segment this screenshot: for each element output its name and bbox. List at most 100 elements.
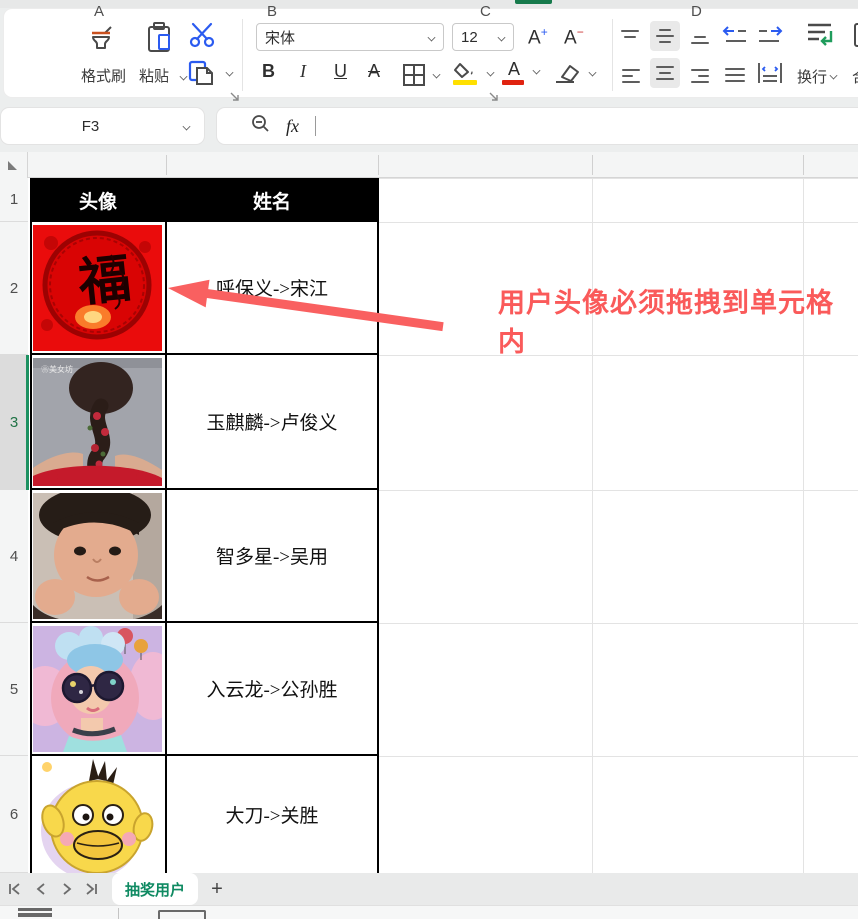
status-bar-clipped — [0, 905, 858, 919]
font-color-icon: A — [502, 59, 526, 80]
last-sheet-button[interactable] — [80, 879, 102, 899]
column-header-d[interactable]: D — [691, 3, 702, 20]
column-header-c[interactable]: C — [480, 3, 491, 20]
wrap-text-icon — [803, 19, 839, 53]
row-header-1[interactable]: 1 — [0, 178, 28, 222]
header-cell-name[interactable]: 姓名 — [166, 178, 378, 222]
annotation-text: 用户头像必须拖拽到单元格内 — [498, 284, 843, 362]
sheet-tab-active[interactable]: 抽奖用户 — [112, 873, 198, 905]
avatar-child-photo[interactable] — [33, 493, 162, 619]
wrap-text-label: 换行 — [797, 69, 827, 86]
copy-button[interactable] — [187, 59, 233, 89]
avatar-yellow-duck-cartoon[interactable] — [33, 759, 162, 873]
column-header-a[interactable]: A — [94, 3, 104, 20]
font-name-value: 宋体 — [265, 27, 295, 48]
clear-format-button[interactable] — [552, 61, 582, 87]
format-painter-label: 格式刷 — [81, 65, 126, 86]
cell-b6-name[interactable]: 大刀->关胜 — [167, 756, 377, 873]
title-strip — [0, 0, 858, 8]
font-dialog-launcher[interactable] — [489, 89, 499, 107]
copy-icon — [187, 59, 217, 87]
select-all-corner[interactable] — [0, 152, 28, 178]
column-header-row — [0, 152, 858, 178]
group-divider — [242, 19, 243, 91]
underline-button[interactable]: U — [334, 61, 347, 82]
row-header-3-selected[interactable]: 3 — [0, 355, 28, 490]
merge-icon — [852, 19, 858, 53]
name-box-chevron[interactable] — [183, 122, 191, 130]
cell-reference: F3 — [1, 118, 180, 135]
paste-icon — [145, 21, 175, 60]
fill-color-chevron[interactable] — [487, 69, 495, 77]
increase-font-button[interactable]: A+ — [528, 25, 548, 49]
decrease-font-button[interactable]: A− — [564, 25, 584, 49]
svg-text:❀美女坊: ❀美女坊 — [41, 364, 73, 374]
borders-icon — [402, 63, 426, 87]
fill-color-button[interactable] — [452, 61, 480, 87]
distributed-button[interactable] — [755, 58, 785, 88]
format-painter-icon — [85, 21, 119, 60]
row-header-4[interactable]: 4 — [0, 490, 28, 623]
name-box[interactable]: F3 — [0, 107, 205, 145]
cell-b4-name[interactable]: 智多星->吴用 — [167, 490, 377, 621]
status-glyphs-clipped — [18, 908, 52, 917]
clipboard-dialog-launcher[interactable] — [230, 89, 240, 107]
paste-button[interactable]: 粘贴 — [137, 19, 185, 91]
scissors-icon — [187, 21, 219, 49]
cell-b5-name[interactable]: 入云龙->公孙胜 — [167, 623, 377, 754]
wrap-text-button[interactable]: 换行 — [797, 19, 849, 91]
svg-text:福: 福 — [75, 250, 134, 313]
increase-indent-button[interactable] — [755, 21, 785, 51]
fill-color-icon — [452, 61, 478, 79]
font-color-button[interactable]: A — [502, 59, 526, 87]
borders-chevron[interactable] — [433, 71, 441, 79]
ribbon: 格式刷 粘贴 宋体 12 A+ A− B I U A — [3, 8, 858, 98]
add-sheet-button[interactable]: + — [204, 874, 230, 904]
search-minus-icon[interactable] — [251, 114, 270, 138]
font-size-chevron — [498, 33, 506, 41]
wrap-text-chevron — [830, 72, 838, 80]
justify-button[interactable] — [720, 61, 750, 87]
align-center-button[interactable] — [650, 58, 680, 88]
eraser-icon — [552, 61, 580, 85]
row-header-2[interactable]: 2 — [0, 222, 28, 355]
row-header-5[interactable]: 5 — [0, 623, 28, 756]
align-right-button[interactable] — [686, 61, 714, 87]
strikethrough-button[interactable]: A — [368, 61, 380, 82]
clear-format-chevron[interactable] — [589, 69, 597, 77]
active-ribbon-tab-underline — [515, 0, 552, 4]
align-bottom-button[interactable] — [686, 24, 714, 50]
formula-bar[interactable]: fx — [216, 107, 858, 145]
font-name-combo[interactable]: 宋体 — [256, 23, 444, 51]
fx-icon[interactable]: fx — [286, 116, 299, 137]
font-color-chevron[interactable] — [533, 67, 541, 75]
cut-button[interactable] — [187, 21, 221, 51]
header-cell-avatar[interactable]: 头像 — [30, 178, 166, 222]
spreadsheet-app: 格式刷 粘贴 宋体 12 A+ A− B I U A — [0, 0, 858, 919]
format-painter-button[interactable]: 格式刷 — [79, 19, 134, 91]
italic-button[interactable]: I — [300, 61, 306, 82]
avatar-fu-new-year-ornament[interactable]: 福 — [33, 225, 162, 351]
cell-b3-name[interactable]: 玉麒麟->卢俊义 — [167, 355, 377, 488]
cell-b2-name[interactable]: 呼保义->宋江 — [167, 222, 377, 353]
next-sheet-button[interactable] — [56, 879, 78, 899]
paste-label: 粘贴 — [139, 65, 169, 86]
status-divider — [118, 908, 119, 919]
align-top-button[interactable] — [618, 24, 646, 50]
column-header-b[interactable]: B — [267, 3, 277, 20]
select-all-triangle-icon — [8, 161, 17, 170]
formula-input-caret — [315, 116, 316, 136]
borders-button[interactable] — [402, 63, 426, 92]
merge-center-button-clipped[interactable]: 合 — [852, 19, 858, 91]
prev-sheet-button[interactable] — [30, 879, 52, 899]
row-header-6[interactable]: 6 — [0, 756, 28, 873]
align-middle-button[interactable] — [650, 21, 680, 51]
align-left-button[interactable] — [618, 61, 646, 87]
avatar-pink-hair-girl-art[interactable] — [33, 626, 162, 752]
first-sheet-button[interactable] — [4, 879, 26, 899]
bold-button[interactable]: B — [262, 61, 275, 82]
copy-dropdown-chevron[interactable] — [226, 69, 234, 77]
decrease-indent-button[interactable] — [720, 21, 750, 51]
font-size-combo[interactable]: 12 — [452, 23, 514, 51]
avatar-red-dress-braid-photo[interactable]: ❀美女坊 — [33, 358, 162, 486]
